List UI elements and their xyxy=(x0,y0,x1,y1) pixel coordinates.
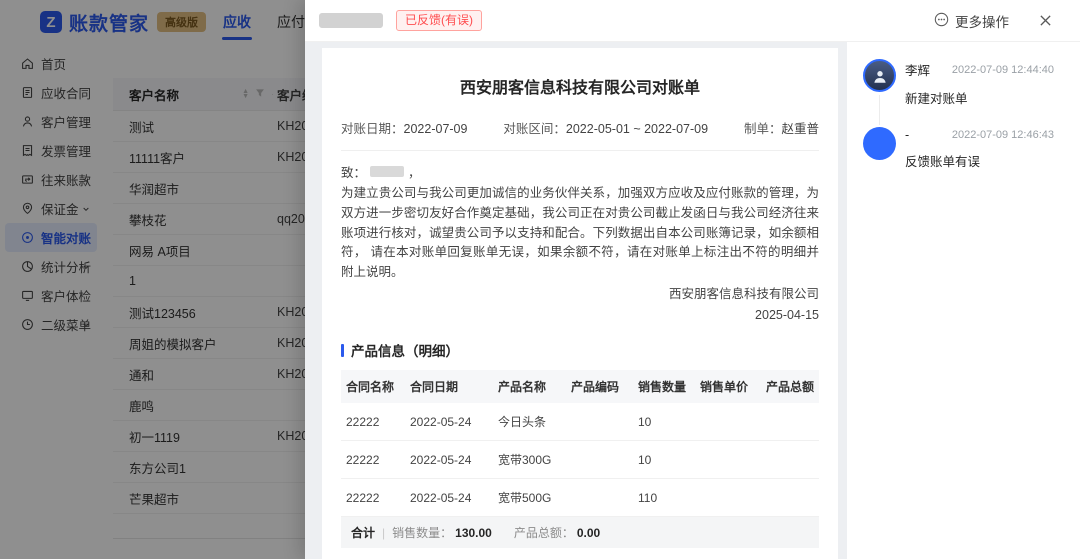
col-product-code: 产品编码 xyxy=(566,370,633,403)
reconciliation-drawer: 已反馈(有误) 更多操作 西安朋客信息科技有限公司对账单 对账日期：2022-0… xyxy=(305,0,1080,559)
product-summary-row: 合计 | 销售数量： 130.00 产品总额： 0.00 xyxy=(341,517,819,548)
field-label: 对账日期： xyxy=(341,122,404,136)
activity-item: - 2022-07-09 12:46:43 反馈账单有误 xyxy=(863,127,1054,190)
col-sales-qty: 销售数量 xyxy=(633,370,695,403)
summary-qty-label: 销售数量： xyxy=(392,524,452,541)
product-row: 222222022-05-24宽带500G110 xyxy=(341,479,819,517)
more-actions-label: 更多操作 xyxy=(955,11,1009,31)
col-contract-name: 合同名称 xyxy=(341,370,405,403)
field-value: 2022-05-01 ~ 2022-07-09 xyxy=(566,122,708,136)
field-value: 2022-07-09 xyxy=(404,122,468,136)
drawer-body: 西安朋客信息科技有限公司对账单 对账日期：2022-07-09 对账区间：202… xyxy=(305,42,1080,559)
activity-timestamp: 2022-07-09 12:46:43 xyxy=(952,129,1054,141)
app-screen: Z 账款管家 高级版 应收 应付 核算 库存 首页 应收合同 客户管理 发票管理 xyxy=(0,0,1080,559)
document-title: 西安朋客信息科技有限公司对账单 xyxy=(341,74,819,98)
col-contract-date: 合同日期 xyxy=(405,370,493,403)
summary-prefix: 合计 xyxy=(351,524,375,541)
drawer-header: 已反馈(有误) 更多操作 xyxy=(305,0,1080,42)
redacted-recipient xyxy=(370,166,404,177)
statement-body-text: 为建立贵公司与我公司更加诚信的业务伙伴关系，加强双方应收及应付账款的管理，为双方… xyxy=(341,184,819,283)
more-circle-icon xyxy=(934,12,949,30)
status-badge: 已反馈(有误) xyxy=(396,10,482,31)
activity-timeline: 李辉 2022-07-09 12:44:40 新建对账单 - 2022-07-0… xyxy=(847,42,1080,559)
summary-pipe: | xyxy=(382,526,385,540)
salutation: 致： ， xyxy=(341,162,819,181)
activity-action: 反馈账单有误 xyxy=(905,151,1054,170)
field-label: 对账区间： xyxy=(503,122,566,136)
divider xyxy=(341,150,819,151)
document-meta: 对账日期：2022-07-09 对账区间：2022-05-01 ~ 2022-0… xyxy=(341,118,819,137)
signature-block: 西安朋客信息科技有限公司 2025-04-15 xyxy=(341,284,819,327)
field-value: 赵重普 xyxy=(781,122,819,136)
summary-total-label: 产品总额： xyxy=(514,524,574,541)
product-row: 222222022-05-24宽带300G10 xyxy=(341,441,819,479)
redacted-title xyxy=(319,13,383,28)
document-maker: 制单：赵重普 xyxy=(744,118,819,137)
activity-item: 李辉 2022-07-09 12:44:40 新建对账单 xyxy=(863,59,1054,127)
product-table: 合同名称 合同日期 产品名称 产品编码 销售数量 销售单价 产品总额 22222… xyxy=(341,370,819,517)
more-actions-button[interactable]: 更多操作 xyxy=(934,11,1009,31)
user-photo-avatar xyxy=(863,59,896,92)
summary-total-value: 0.00 xyxy=(577,526,600,540)
close-icon[interactable] xyxy=(1039,14,1052,27)
activity-action: 新建对账单 xyxy=(905,88,1054,107)
activity-timestamp: 2022-07-09 12:44:40 xyxy=(952,64,1054,76)
product-section-header: 产品信息（明细） xyxy=(341,340,819,360)
user-blue-avatar xyxy=(863,127,896,160)
field-label: 制单： xyxy=(744,122,782,136)
signature-company: 西安朋客信息科技有限公司 xyxy=(341,284,819,305)
summary-qty-value: 130.00 xyxy=(455,526,492,540)
statement-document: 西安朋客信息科技有限公司对账单 对账日期：2022-07-09 对账区间：202… xyxy=(322,48,838,559)
activity-user-name: - xyxy=(905,128,909,142)
reconciliation-period: 对账区间：2022-05-01 ~ 2022-07-09 xyxy=(503,118,708,137)
salutation-prefix: 致： xyxy=(341,162,366,181)
product-row: 222222022-05-24今日头条10 xyxy=(341,403,819,441)
col-unit-price: 销售单价 xyxy=(695,370,761,403)
section-title: 产品信息（明细） xyxy=(351,340,459,360)
reconciliation-date: 对账日期：2022-07-09 xyxy=(341,118,467,137)
section-accent-bar xyxy=(341,344,344,357)
col-product-name: 产品名称 xyxy=(493,370,566,403)
activity-user-name: 李辉 xyxy=(905,60,930,79)
product-table-header: 合同名称 合同日期 产品名称 产品编码 销售数量 销售单价 产品总额 xyxy=(341,370,819,403)
signature-date: 2025-04-15 xyxy=(341,305,819,326)
salutation-suffix: ， xyxy=(408,162,421,181)
col-product-total: 产品总额 xyxy=(761,370,819,403)
